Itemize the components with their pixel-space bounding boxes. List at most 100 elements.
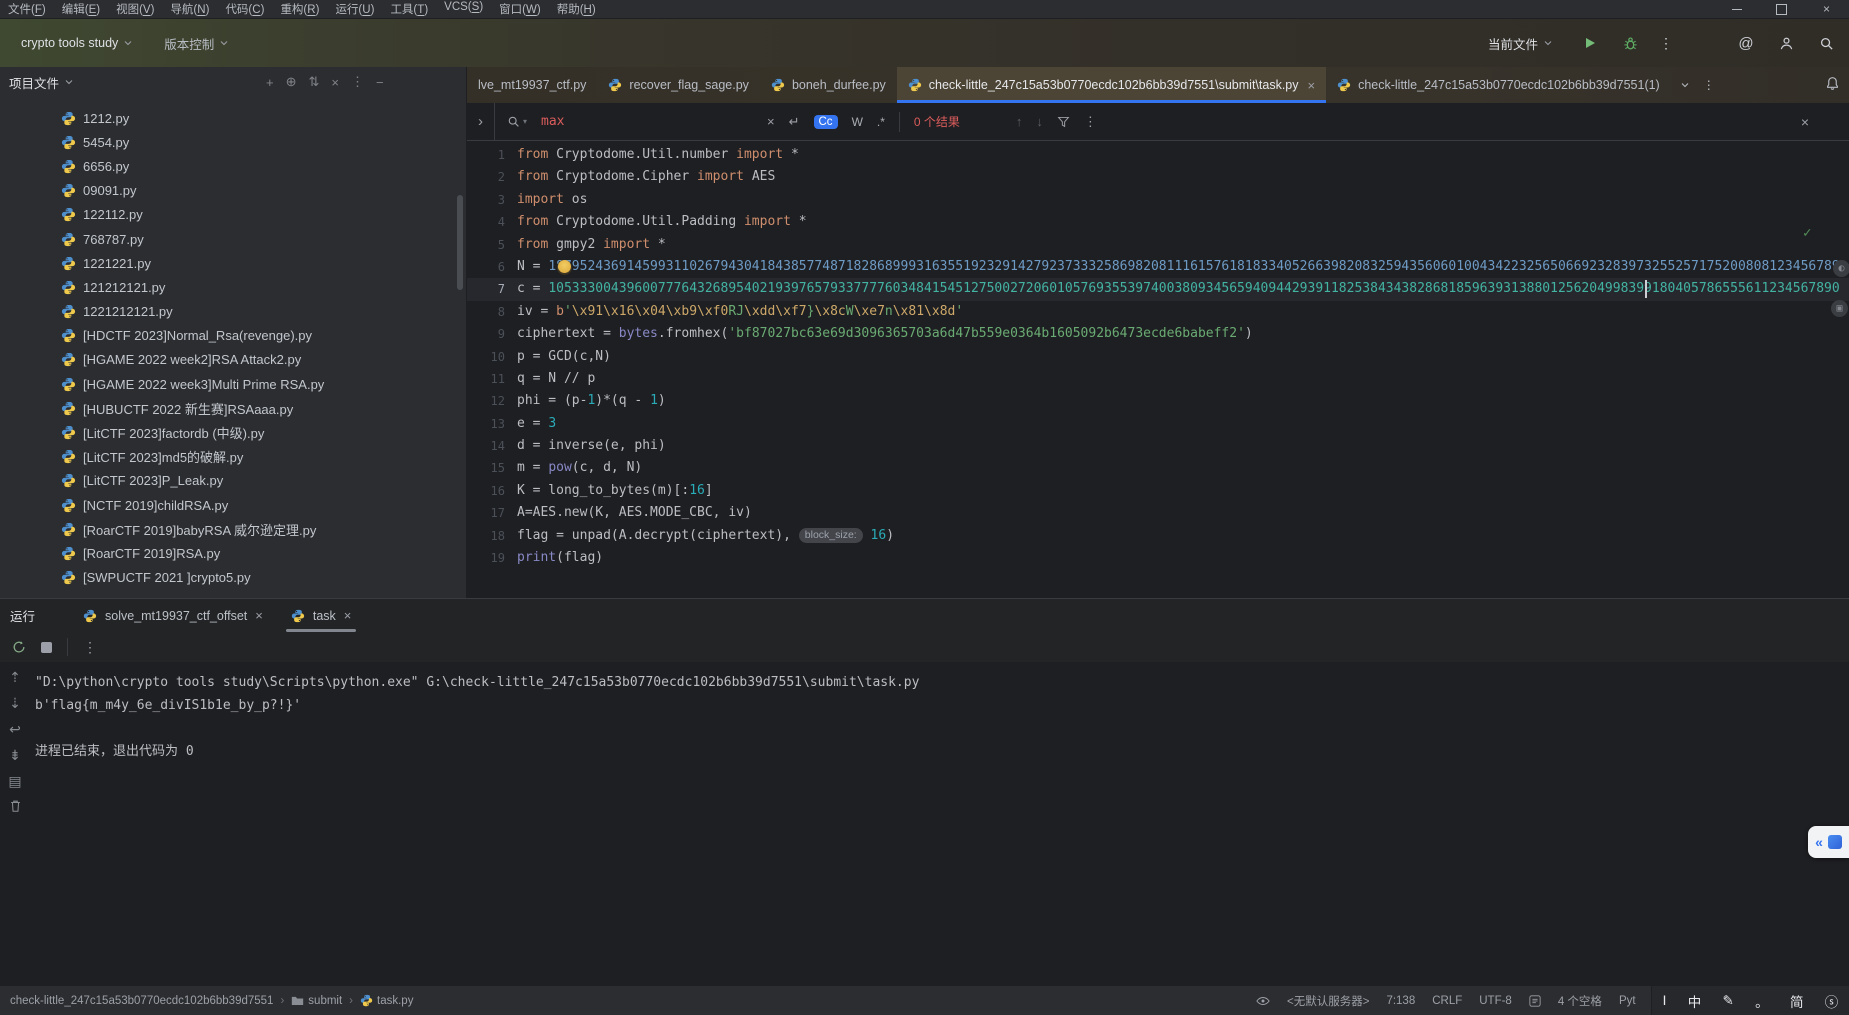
filter-icon[interactable] [1057,115,1070,128]
down-stack-icon[interactable]: ⇣ [9,695,21,712]
print-icon[interactable]: ▤ [8,773,21,790]
right-stripe-icon[interactable]: ▣ [1831,300,1848,317]
tree-file-item[interactable]: 1221221.py [0,251,466,275]
breadcrumb-item[interactable]: submit [291,995,342,1007]
tab-list-chevron-icon[interactable] [1681,81,1689,89]
ime-item[interactable]: ✎ [1723,993,1734,1009]
close-run-tab-icon[interactable]: × [344,608,352,623]
run-tab[interactable]: solve_mt19937_ctf_offset × [69,599,277,632]
tree-file-item[interactable]: [RoarCTF 2019]RSA.py [0,541,466,565]
clear-search-icon[interactable]: × [767,114,775,129]
regex-toggle[interactable]: .* [877,115,885,129]
expand-search-icon[interactable]: › [467,113,494,130]
code-line[interactable]: 15 m = pow(c, d, N) [467,457,1849,479]
hide-panel-icon[interactable]: − [376,75,384,90]
search-input[interactable]: max [541,114,564,129]
ime-item[interactable]: 中 [1688,991,1702,1011]
interpreter-widget[interactable]: Pyt [1619,995,1636,1007]
caret-position-widget[interactable]: 7:138 [1386,995,1415,1007]
tree-file-item[interactable]: 1221212121.py [0,300,466,324]
next-occurrence-icon[interactable]: ↓ [1036,114,1043,129]
menu-item[interactable]: 代码(C) [217,1,272,17]
code-line[interactable]: 3 import os [467,189,1849,211]
menu-item[interactable]: 帮助(H) [549,1,604,17]
code-with-me-button[interactable]: @ [1735,32,1757,54]
code-line[interactable]: 18 flag = unpad(A.decrypt(ciphertext), bl… [467,525,1849,547]
tree-file-item[interactable]: 1212.py [0,106,466,130]
minimize-button[interactable] [1714,0,1759,18]
right-stripe-icon[interactable]: ◐ [1833,260,1849,277]
code-line[interactable]: 10 p = GCD(c,N) [467,346,1849,368]
tree-file-item[interactable]: [HDCTF 2023]Normal_Rsa(revenge).py [0,324,466,348]
locate-file-icon[interactable]: ⊕ [286,74,297,90]
tree-file-item[interactable]: 121212121.py [0,275,466,299]
default-server-widget[interactable]: <无默认服务器> [1287,993,1369,1009]
line-ending-widget[interactable]: CRLF [1432,995,1462,1007]
project-selector[interactable]: crypto tools study [12,31,141,55]
breadcrumb-item[interactable]: task.py [360,994,413,1007]
code-line[interactable]: 1 from Cryptodome.Util.number import * [467,144,1849,166]
ime-item[interactable]: I [1663,993,1667,1008]
tree-file-item[interactable]: [LitCTF 2023]P_Leak.py [0,469,466,493]
tree-file-item[interactable]: [LitCTF 2023]factordb (中级).py [0,420,466,444]
code-line[interactable]: 12 phi = (p-1)*(q - 1) [467,390,1849,412]
tree-file-item[interactable]: [LitCTF 2023]md5的破解.py [0,445,466,469]
more-run-options-button[interactable]: ⋮ [1659,35,1673,52]
match-case-toggle[interactable]: Cc [813,114,838,129]
run-button[interactable] [1579,32,1601,54]
close-search-icon[interactable]: × [1801,114,1809,130]
tab-options-icon[interactable]: ⋮ [1703,78,1715,92]
code-line[interactable]: 9 ciphertext = bytes.fromhex('bf87027bc63… [467,323,1849,345]
tree-file-item[interactable]: [RoarCTF 2019]babyRSA 威尔逊定理.py [0,517,466,541]
previous-occurrence-icon[interactable]: ↑ [1016,114,1023,129]
intention-bulb-icon[interactable] [558,259,571,273]
code-line[interactable]: 14 d = inverse(e, phi) [467,435,1849,457]
ime-item[interactable]: ⓢ [1825,991,1839,1011]
tree-file-item[interactable]: [HGAME 2022 week3]Multi Prime RSA.py [0,372,466,396]
indent-style-icon[interactable] [1529,994,1541,1007]
menu-item[interactable]: VCS(S) [436,1,491,17]
search-everywhere-button[interactable] [1815,32,1837,54]
editor-tab[interactable]: lve_mt19937_ctf.py [467,67,597,103]
menu-item[interactable]: 视图(V) [108,1,162,17]
rerun-icon[interactable] [12,640,26,654]
code-line[interactable]: 2 from Cryptodome.Cipher import AES [467,166,1849,188]
editor-tab[interactable]: check-little_247c15a53b0770ecdc102b6bb39… [1326,67,1671,103]
code-line[interactable]: 6N = 18795243691459931102679430418438577… [467,256,1849,278]
ime-item[interactable]: 。 [1755,991,1769,1011]
search-options-icon[interactable]: ⋮ [1084,114,1097,130]
tree-file-item[interactable]: 6656.py [0,154,466,178]
editor-tab[interactable]: boneh_durfee.py [760,67,897,103]
profile-button[interactable] [1775,32,1797,54]
inspections-ok-icon[interactable]: ✓ [1803,225,1811,241]
code-line[interactable]: 11 q = N // p [467,368,1849,390]
tree-file-item[interactable]: [NCTF 2019]childRSA.py [0,493,466,517]
search-field-icon[interactable]: ▾ [507,115,527,128]
editor-tab[interactable]: check-little_247c15a53b0770ecdc102b6bb39… [896,67,1327,103]
project-panel-header[interactable]: 项目文件 + ⊕ ⇅ × ⋮ − [0,67,466,97]
add-icon[interactable]: + [266,75,274,90]
editor-tab[interactable]: recover_flag_sage.py [597,67,760,103]
close-tab-icon[interactable]: × [1308,78,1316,93]
breadcrumb-item[interactable]: check-little_247c15a53b0770ecdc102b6bb39… [10,995,273,1007]
run-options-icon[interactable]: ⋮ [83,639,97,656]
scroll-to-end-icon[interactable]: ⇟ [9,747,21,764]
panel-options-icon[interactable]: ⋮ [351,74,364,90]
code-line[interactable]: 13 e = 3 [467,413,1849,435]
menu-item[interactable]: 导航(N) [162,1,217,17]
code-editor[interactable]: 1 from Cryptodome.Util.number import * 2 fr… [467,141,1849,565]
menu-item[interactable]: 重构(R) [272,1,327,17]
run-config-selector[interactable]: 当前文件 [1479,29,1561,58]
tree-file-item[interactable]: [HUBUCTF 2022 新生赛]RSAaaa.py [0,396,466,420]
code-line[interactable]: 16 K = long_to_bytes(m)[:16] [467,480,1849,502]
ime-item[interactable]: 简 [1790,991,1804,1011]
encoding-widget[interactable]: UTF-8 [1479,995,1512,1007]
menu-item[interactable]: 编辑(E) [54,1,108,17]
maximize-button[interactable] [1759,0,1804,18]
tree-file-item[interactable]: [SWPUCTF 2021 ]crypto5.py [0,566,466,590]
indent-widget[interactable]: 4 个空格 [1558,993,1602,1009]
menu-item[interactable]: 工具(T) [382,1,436,17]
stop-icon[interactable] [41,641,52,653]
vcs-widget[interactable]: 版本控制 [155,29,237,58]
code-line[interactable]: 7c = 10533300439600777643268954021939765… [467,278,1849,301]
